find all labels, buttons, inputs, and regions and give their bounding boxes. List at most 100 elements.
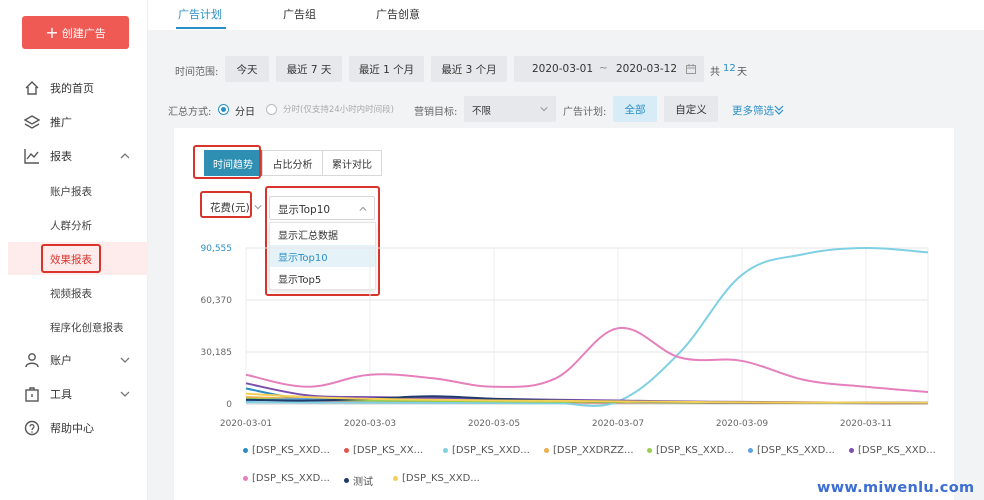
chevron-down-icon [120,391,130,397]
double-chevron-down-icon [774,105,784,115]
sidebar-subitem-video-report[interactable]: 视频报表 [50,286,92,301]
legend-label: [DSP_XXDRZZ... [553,445,634,456]
marketing-goal-label: 营销目标: [414,107,458,118]
legend-label: [DSP_KS_XXD... [757,445,835,456]
sidebar-item-account[interactable]: 账户 [0,343,148,377]
summary-mode-label: 汇总方式: [168,107,212,118]
marketing-goal-value: 不限 [472,106,492,117]
ad-plan-label: 广告计划: [563,107,607,118]
ad-plan-all-button[interactable]: 全部 [613,96,657,122]
active-tab-indicator [176,27,226,29]
chevron-down-icon [540,107,548,112]
summary-day-label: 分日 [235,107,255,118]
legend-item[interactable]: [DSP_KS_XXD... [443,445,530,456]
legend-label: [DSP_KS_XXD... [402,473,480,484]
sidebar-item-label: 我的首页 [50,82,94,95]
legend-item[interactable]: [DSP_KS_XXD... [849,445,936,456]
tab-ad-creative[interactable]: 广告创意 [376,6,420,22]
annotation-highlight-box [200,191,252,218]
legend-label: [DSP_KS_XXD... [252,445,330,456]
legend-item[interactable]: [DSP_KS_XX... [344,445,423,456]
legend-item[interactable]: [DSP_XXDRZZ... [544,445,634,456]
legend-item[interactable]: [DSP_KS_XXD... [748,445,835,456]
legend-item[interactable]: [DSP_KS_XXD... [647,445,734,456]
total-days-prefix: 共 [710,67,720,78]
plus-icon: + [45,22,59,42]
chevron-down-icon [120,357,130,363]
time-3months-button[interactable]: 最近 3 个月 [431,56,507,82]
more-filters-label: 更多筛选 [732,105,774,117]
home-icon [25,81,39,95]
ad-plan-custom-button[interactable]: 自定义 [664,96,718,122]
legend-item[interactable]: [DSP_KS_XXD... [243,445,330,456]
date-range-picker[interactable]: 2020-03-01 ~ 2020-03-12 [514,56,704,82]
time-7days-button[interactable]: 最近 7 天 [276,56,342,82]
legend-label: [DSP_KS_XXD... [452,445,530,456]
user-icon [25,353,39,368]
annotation-highlight-box [41,244,101,273]
sidebar-subitem-programmatic-creative-report[interactable]: 程序化创意报表 [50,320,124,335]
legend-swatch [647,448,652,453]
sidebar-subitem-audience-analysis[interactable]: 人群分析 [50,218,92,233]
tab-ad-plan[interactable]: 广告计划 [178,6,222,22]
summary-hour-radio[interactable] [266,104,277,115]
sidebar-item-promotion[interactable]: 推广 [0,105,148,139]
sidebar-item-reports[interactable]: 报表 [0,139,148,173]
layers-icon [24,115,40,129]
toolbox-icon [25,387,39,402]
legend-swatch [849,448,854,453]
date-start: 2020-03-01 [532,63,594,75]
sidebar-item-label: 账户 [50,354,72,367]
legend-item[interactable]: [DSP_KS_XXD... [243,473,330,484]
total-days-value: 12 [723,63,736,74]
legend-label: [DSP_KS_XXD... [656,445,734,456]
legend-swatch [243,448,248,453]
legend-swatch [344,478,349,483]
time-today-button[interactable]: 今天 [225,56,269,82]
legend-swatch [748,448,753,453]
create-ad-button[interactable]: + 创建广告 [22,16,129,49]
sidebar-subitem-account-report[interactable]: 账户报表 [50,184,92,199]
sidebar-item-label: 帮助中心 [50,422,94,435]
segment-proportion-analysis[interactable]: 占比分析 [262,150,323,176]
sidebar-item-label: 推广 [50,116,72,129]
tab-bar: 广告计划 广告组 广告创意 [148,0,984,30]
legend-item[interactable]: 测试 [344,473,373,488]
legend-label: [DSP_KS_XXD... [858,445,936,456]
summary-day-radio[interactable] [218,104,229,115]
legend-swatch [544,448,549,453]
calendar-icon [686,64,696,74]
help-icon [24,420,40,436]
chart-line-icon [24,149,39,164]
sidebar-item-home[interactable]: 我的首页 [0,71,148,105]
time-1month-button[interactable]: 最近 1 个月 [349,56,424,82]
legend-swatch [393,476,398,481]
legend-swatch [443,448,448,453]
more-filters-link[interactable]: 更多筛选 [732,103,784,118]
date-end: 2020-03-12 [616,63,678,75]
legend-swatch [243,476,248,481]
legend-item[interactable]: [DSP_KS_XXD... [393,473,480,484]
total-days-suffix: 天 [737,67,747,78]
annotation-highlight-box [193,145,261,179]
legend-label: 测试 [353,477,373,488]
legend-label: [DSP_KS_XXD... [252,473,330,484]
marketing-goal-select[interactable]: 不限 [464,96,556,122]
sidebar-item-label: 报表 [50,150,72,163]
time-range-label: 时间范围: [175,67,219,78]
summary-hour-label: 分时(仅支持24小时内时间段) [283,105,394,115]
tab-ad-group[interactable]: 广告组 [283,6,316,22]
date-separator: ~ [599,62,608,74]
chevron-up-icon [120,153,130,159]
create-ad-label: 创建广告 [61,26,106,40]
chevron-down-icon [254,205,262,210]
sidebar-item-tools[interactable]: 工具 [0,377,148,411]
sidebar: + 创建广告 我的首页 推广 报表 账户报表 人群分析 效果报表 视频报表 程序… [0,0,148,500]
annotation-highlight-box [265,186,380,296]
segment-cumulative-comparison[interactable]: 累计对比 [322,150,382,176]
sidebar-item-label: 工具 [50,388,72,401]
legend-label: [DSP_KS_XX... [353,445,424,456]
watermark: www.miwenlu.com [817,480,975,496]
sidebar-item-help[interactable]: 帮助中心 [0,411,148,445]
legend-swatch [344,448,349,453]
